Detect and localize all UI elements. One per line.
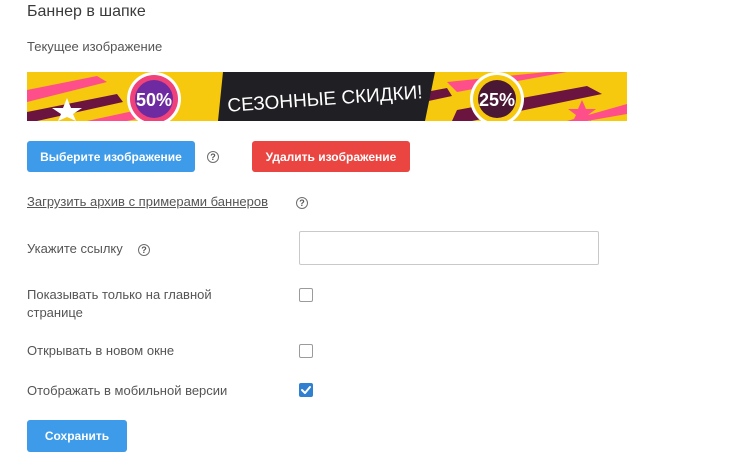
main-page-only-label: Показывать только на главной странице	[27, 286, 212, 322]
section-title: Баннер в шапке	[27, 3, 146, 20]
url-input[interactable]	[299, 231, 599, 265]
mobile-version-checkbox[interactable]	[299, 383, 313, 397]
banner-right-badge: 25%	[479, 90, 515, 110]
main-page-only-label-line1: Показывать только на главной	[27, 287, 212, 302]
delete-image-button[interactable]: Удалить изображение	[252, 141, 410, 172]
banner-image: 50% СЕЗОННЫЕ СКИДКИ! 25%	[27, 72, 627, 121]
current-image-label: Текущее изображение	[27, 39, 163, 54]
save-button[interactable]: Сохранить	[27, 420, 127, 452]
mobile-version-label: Отображать в мобильной версии	[27, 383, 228, 398]
url-label: Укажите ссылку	[27, 241, 123, 256]
new-window-checkbox[interactable]	[299, 344, 313, 358]
new-window-label: Открывать в новом окне	[27, 343, 175, 358]
help-icon[interactable]: ?	[207, 151, 219, 163]
main-page-only-checkbox[interactable]	[299, 288, 313, 302]
banner-left-badge: 50%	[136, 90, 172, 110]
download-examples-link[interactable]: Загрузить архив с примерами баннеров	[27, 194, 268, 209]
help-icon[interactable]: ?	[296, 197, 308, 209]
check-icon	[301, 386, 311, 394]
choose-image-button[interactable]: Выберите изображение	[27, 141, 195, 172]
main-page-only-label-line2: странице	[27, 305, 83, 320]
help-icon[interactable]: ?	[138, 244, 150, 256]
